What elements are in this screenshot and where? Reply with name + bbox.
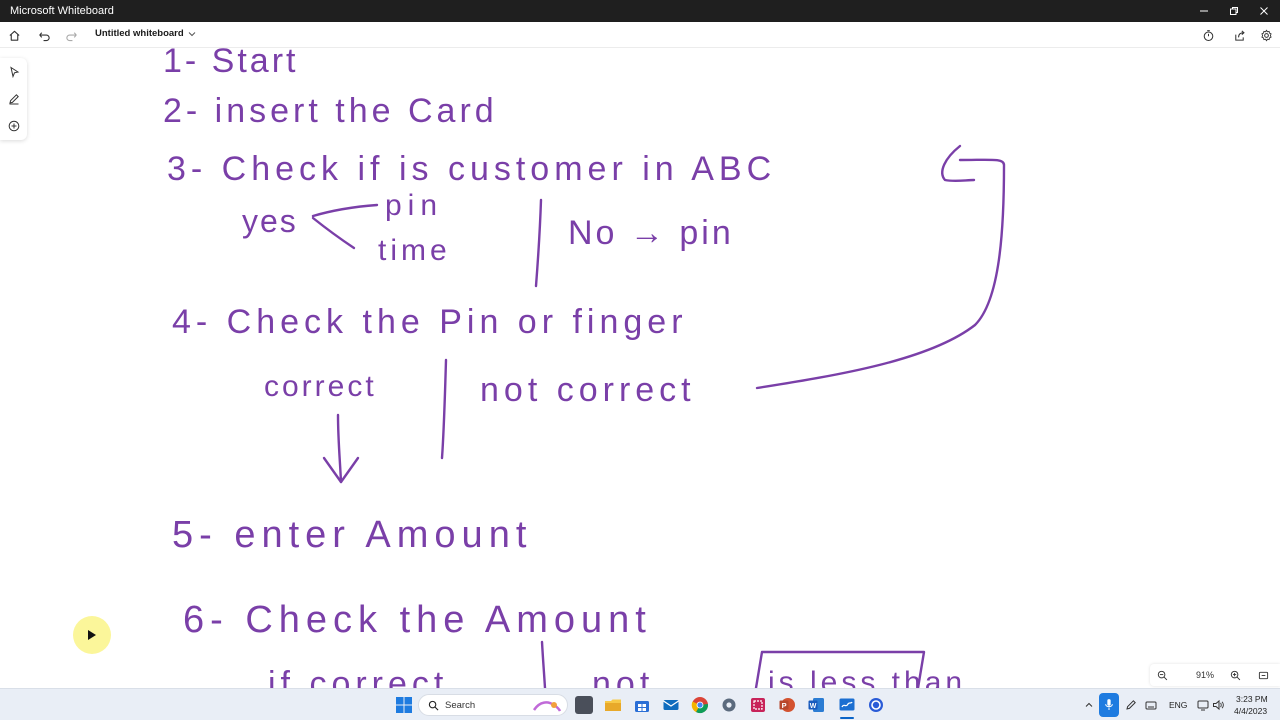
snipping-tool-icon[interactable]: [749, 696, 767, 714]
ink-not-correct: not correct: [480, 371, 696, 409]
ink-is-less-than: is less than: [768, 666, 966, 688]
ink-step-6: 6- Check the Amount: [183, 599, 652, 641]
ink-step-3: 3- Check if is customer in ABC: [167, 150, 776, 188]
settings-app-icon[interactable]: [720, 696, 738, 714]
redo-button[interactable]: [62, 26, 80, 44]
ink-step-2: 2- insert the Card: [163, 92, 498, 130]
gear-icon: [1260, 29, 1272, 41]
settings-button[interactable]: [1257, 26, 1275, 44]
pen-icon: [8, 93, 19, 104]
word-icon[interactable]: W: [807, 696, 825, 714]
redo-icon: [65, 31, 77, 41]
clock-time[interactable]: 3:23 PM: [1236, 694, 1268, 704]
active-app-indicator: [840, 717, 854, 719]
window-titlebar: Microsoft Whiteboard: [0, 0, 1280, 22]
plus-circle-icon: [8, 120, 19, 131]
zoom-control: 91%: [1150, 664, 1280, 686]
powerpoint-icon[interactable]: P: [778, 696, 796, 714]
svg-text:W: W: [810, 703, 817, 710]
taskbar-search[interactable]: Search: [418, 694, 568, 716]
ink-loop-back-arrow: [755, 158, 1006, 390]
select-tool-button[interactable]: [6, 64, 21, 79]
ink-divider-2: [440, 358, 448, 460]
zoom-level[interactable]: 91%: [1190, 670, 1220, 680]
search-icon: [428, 700, 439, 711]
window-title: Microsoft Whiteboard: [10, 5, 114, 17]
restore-button[interactable]: [1218, 0, 1250, 22]
volume-icon[interactable]: [1212, 699, 1224, 711]
undo-button[interactable]: [35, 26, 53, 44]
ink-yes: yes: [242, 203, 298, 239]
touch-keyboard-icon[interactable]: [1145, 699, 1157, 711]
ink-no-pin: No → pin: [568, 214, 734, 252]
ink-layer: 1- Start 2- insert the Card 3- Check if …: [163, 48, 1006, 688]
microphone-icon: [1105, 699, 1113, 710]
ink-arrow-down-shaft: [336, 413, 343, 484]
task-view-icon[interactable]: [575, 696, 593, 714]
ink-step-5: 5- enter Amount: [172, 514, 532, 556]
pen-tool-button[interactable]: [6, 91, 21, 106]
chevron-down-icon[interactable]: [187, 29, 197, 39]
ink-time: time: [378, 234, 451, 267]
zoom-out-button[interactable]: [1155, 668, 1169, 682]
ink-if-correct: if correct: [268, 665, 448, 688]
timer-button[interactable]: [1199, 26, 1217, 44]
fit-view-button[interactable]: [1256, 668, 1270, 682]
board-title[interactable]: Untitled whiteboard: [95, 28, 184, 39]
zoom-in-button[interactable]: [1228, 668, 1242, 682]
ink-branch-to-time: [311, 216, 356, 250]
ink-pin: pin: [385, 189, 443, 222]
start-button[interactable]: [395, 696, 413, 714]
ink-step-4: 4- Check the Pin or finger: [172, 303, 688, 341]
minimize-button[interactable]: [1188, 0, 1220, 22]
whiteboard-canvas[interactable]: 1- Start 2- insert the Card 3- Check if …: [0, 48, 1280, 688]
ink-loop-arrow-head: [941, 144, 976, 183]
file-explorer-icon[interactable]: [604, 696, 622, 714]
pen-menu-icon[interactable]: [1125, 699, 1137, 711]
zoom-out-icon: [1157, 670, 1167, 680]
network-icon[interactable]: [1197, 699, 1209, 711]
home-button[interactable]: [5, 26, 23, 44]
share-icon: [1234, 29, 1245, 41]
ink-divider-1: [534, 198, 543, 288]
ink-not: not: [592, 665, 654, 688]
app-toolbar: Untitled whiteboard: [0, 22, 1280, 48]
ink-branch-to-pin: [311, 203, 379, 218]
ink-step-1: 1- Start: [163, 48, 298, 80]
undo-icon: [38, 31, 50, 41]
fit-screen-icon: [1258, 671, 1268, 679]
ink-divider-3: [540, 640, 547, 688]
whiteboard-app-icon[interactable]: [838, 696, 856, 714]
ink-correct: correct: [264, 370, 377, 403]
tool-rail: [0, 58, 27, 140]
play-cursor-icon: [88, 630, 96, 640]
add-button[interactable]: [6, 118, 21, 133]
microphone-button[interactable]: [1099, 693, 1119, 717]
cursor-highlight: [73, 616, 111, 654]
clock-date[interactable]: 4/4/2023: [1234, 706, 1267, 716]
close-button[interactable]: [1248, 0, 1280, 22]
chevron-up-icon[interactable]: [1084, 700, 1094, 710]
search-label: Search: [445, 700, 476, 711]
timer-icon: [1203, 29, 1213, 41]
svg-text:P: P: [782, 701, 787, 710]
home-icon: [8, 30, 20, 41]
cursor-icon: [9, 65, 19, 78]
zoom-in-icon: [1230, 670, 1240, 680]
cortana-icon[interactable]: [867, 696, 885, 714]
language-indicator[interactable]: ENG: [1169, 700, 1187, 710]
store-icon[interactable]: [633, 696, 651, 714]
bing-highlight-icon: [532, 701, 562, 712]
mail-icon[interactable]: [662, 696, 680, 714]
chrome-icon[interactable]: [691, 696, 709, 714]
windows-taskbar: Search P W ENG 3:23 PM 4/4/2023: [0, 688, 1280, 720]
share-button[interactable]: [1230, 26, 1248, 44]
windows-logo-icon: [396, 697, 412, 713]
